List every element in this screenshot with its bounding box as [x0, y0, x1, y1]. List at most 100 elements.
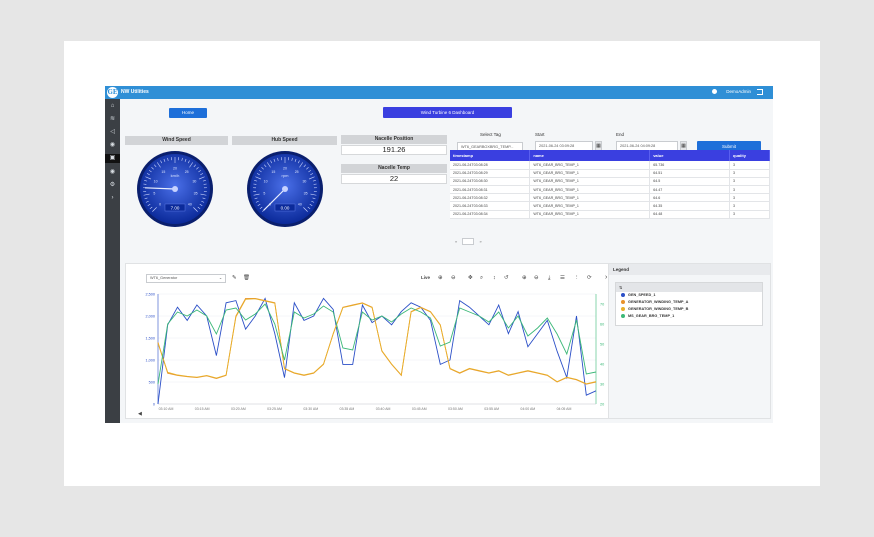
pan-icon[interactable]: ✥	[468, 274, 473, 282]
cell-name: WT6_GEAR_BRG_TEMP_1	[529, 169, 651, 178]
page-input[interactable]	[462, 238, 475, 245]
table-row[interactable]: 2021-06-24T03:08:33 WT6_GEAR_BRG_TEMP_1 64…	[450, 201, 770, 211]
pager-next-button[interactable]: »	[479, 239, 481, 244]
gauge-tick-label: 5	[153, 192, 155, 196]
dashboard-title-button[interactable]: Wind Turbine 6 Dashboard	[383, 107, 512, 118]
zoom-in-icon[interactable]: ⊕	[438, 274, 443, 282]
series-line-generator-winding-temp-b	[157, 298, 597, 385]
hub-speed-title: Hub Speed	[232, 136, 337, 145]
cell-name: WT6_GEAR_BRG_TEMP_1	[529, 193, 651, 203]
nacelle-temp-value: 22	[341, 174, 447, 184]
legend-label: GENERATOR_WINDING_TEMP_A	[628, 300, 689, 304]
cell-quality: 3	[729, 169, 770, 178]
table-row[interactable]: 2021-06-24T03:08:29 WT6_GEAR_BRG_TEMP_1 64…	[450, 169, 770, 178]
left-axis-tick-label: 0	[153, 403, 155, 407]
cell-value: 64.35	[649, 201, 731, 211]
legend-item[interactable]: MS_GEAR_BRG_TEMP_1	[616, 313, 762, 320]
cell-timestamp: 2021-06-24T03:08:32	[450, 193, 531, 203]
chevron-right-icon[interactable]: ›	[108, 194, 117, 203]
cell-name: WT6_GEAR_BRG_TEMP_1	[529, 201, 651, 211]
x-axis-tick-label: 03:15 AM	[195, 407, 210, 411]
cell-value: 64.51	[649, 169, 731, 178]
edit-icon[interactable]: ✎	[232, 274, 237, 282]
hub-unit: rpm	[282, 173, 290, 178]
layers-icon[interactable]: ≋	[108, 115, 117, 124]
table-row[interactable]: 2021-06-24T03:08:31 WT6_GEAR_BRG_TEMP_1 64…	[450, 185, 770, 195]
col-name[interactable]: name	[529, 150, 651, 161]
cell-value: 64.6	[649, 193, 731, 203]
settings-icon[interactable]: ⚙	[108, 181, 117, 190]
collapse-left-icon[interactable]: ◀	[138, 411, 142, 417]
series-line-gen-speed-1	[157, 297, 597, 405]
gauge-tick-label: 30	[302, 179, 306, 183]
col-timestamp[interactable]: timestamp	[450, 150, 531, 161]
cell-quality: 3	[729, 161, 770, 170]
gauge-tick-label: 20	[283, 167, 287, 171]
scale-icon[interactable]: ↕	[493, 274, 496, 282]
x-axis-tick-label: 03:50 AM	[448, 407, 463, 411]
gauge-tick-label: 10	[264, 179, 268, 183]
legend-item[interactable]: GENERATOR_WINDING_TEMP_B	[616, 306, 762, 313]
gauge-icon-2[interactable]: ◉	[108, 168, 117, 177]
live-toggle[interactable]: Live	[421, 274, 430, 282]
app-window: GE NW Utilities DemoAdmin ⌂ ≋ ◁ ◉ ▣ ◉ ⚙ …	[105, 86, 773, 423]
home-button[interactable]: Home	[169, 108, 207, 118]
gauge-tick-label: 5	[263, 192, 265, 196]
table-row[interactable]: 2021-06-24T03:08:32 WT6_GEAR_BRG_TEMP_1 64…	[450, 193, 770, 203]
sidebar: ⌂ ≋ ◁ ◉ ▣ ◉ ⚙ ›	[105, 99, 120, 423]
tag-group-value: WT6_Generator	[150, 276, 178, 280]
legend-label: GENERATOR_WINDING_TEMP_B	[628, 307, 689, 311]
legend-sort-icon[interactable]: ⇅	[616, 283, 762, 292]
nacelle-position-title: Nacelle Position	[341, 135, 447, 144]
cell-name: WT6_GEAR_BRG_TEMP_1	[529, 177, 651, 187]
table-row[interactable]: 2021-06-24T03:08:28 WT6_GEAR_BRG_TEMP_1 65…	[450, 161, 770, 170]
delete-icon[interactable]: 🗑	[243, 274, 250, 282]
gauge-icon[interactable]: ◉	[108, 141, 117, 150]
nacelle-position-value: 191.26	[341, 145, 447, 155]
x-axis-tick-label: 03:20 AM	[231, 407, 246, 411]
legend-item[interactable]: GEN_SPEED_1	[616, 292, 762, 299]
col-value[interactable]: value	[649, 150, 731, 161]
app-title: NW Utilities	[121, 89, 149, 95]
zoom-out-icon[interactable]: ⊖	[451, 274, 456, 282]
remove-icon[interactable]: ⊖	[534, 274, 539, 282]
legend-box: ⇅ GEN_SPEED_1 GENERATOR_WINDING_TEMP_A G…	[615, 282, 763, 326]
table-row[interactable]: 2021-06-24T03:08:30 WT6_GEAR_BRG_TEMP_1 64…	[450, 177, 770, 187]
box-zoom-icon[interactable]: ⌕	[480, 274, 483, 282]
logout-icon[interactable]	[757, 89, 763, 95]
chevron-right-icon[interactable]: ›	[605, 274, 607, 282]
user-icon[interactable]	[712, 89, 717, 94]
dashboard-icon[interactable]: ▣	[105, 154, 120, 163]
gauge-tick-label: 30	[192, 179, 196, 183]
user-name[interactable]: DemoAdmin	[726, 89, 751, 94]
data-table: timestamp name value quality 2021-06-24T…	[450, 150, 770, 219]
list-icon[interactable]: ☰	[560, 274, 565, 282]
legend-item[interactable]: GENERATOR_WINDING_TEMP_A	[616, 299, 762, 306]
undo-icon[interactable]: ↺	[504, 274, 509, 282]
line-chart: 0 500 1,000 1,500 2,000 2,500 20 30 40 50 60 70 03:1…	[145, 293, 604, 412]
gauge-tick-label: 40	[188, 202, 192, 206]
add-icon[interactable]: ⊕	[522, 274, 527, 282]
wind-speed-gauge: 0 5 10 15 20 25 30 35 40 km/h 7.00	[137, 151, 213, 227]
refresh-icon[interactable]: ⟳	[587, 274, 592, 282]
home-icon[interactable]: ⌂	[108, 102, 117, 111]
x-axis-tick-label: 03:40 AM	[376, 407, 391, 411]
right-axis-tick-label: 20	[600, 403, 604, 407]
volume-icon[interactable]: ◁	[108, 128, 117, 137]
wind-speed-title: Wind Speed	[125, 136, 228, 145]
cell-name: WT6_GEAR_BRG_TEMP_1	[529, 185, 651, 195]
table-pager: « »	[455, 238, 486, 245]
trend-chart-panel: WT6_Generator ⌄ ✎ 🗑 Live ⊕ ⊖ ✥ ⌕ ↕ ↺ ⊕ ⊖…	[125, 263, 616, 419]
more-icon[interactable]: ⋮	[574, 274, 580, 282]
left-axis-tick-label: 2,500	[145, 293, 155, 297]
pager-prev-button[interactable]: «	[455, 239, 457, 244]
tag-group-select[interactable]: WT6_Generator ⌄	[146, 274, 226, 283]
series-color-dot	[621, 300, 625, 304]
table-row[interactable]: 2021-06-24T03:08:34 WT6_GEAR_BRG_TEMP_1 64…	[450, 210, 770, 219]
export-icon[interactable]: ⤓	[548, 274, 550, 282]
series-color-dot	[621, 293, 625, 297]
col-quality[interactable]: quality	[729, 150, 770, 161]
right-axis-tick-label: 30	[600, 383, 604, 387]
table-header-row: timestamp name value quality	[450, 150, 770, 161]
cell-value: 65.736	[649, 161, 731, 170]
